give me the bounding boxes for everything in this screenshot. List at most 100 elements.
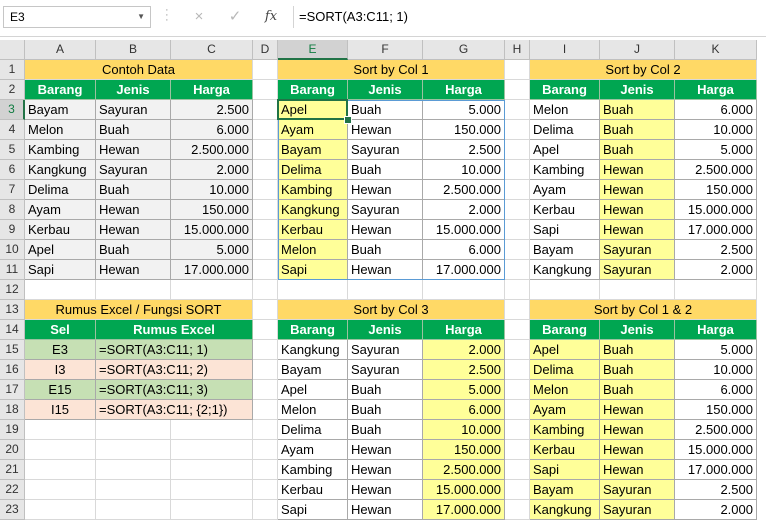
- table-cell[interactable]: 15.000.000: [423, 220, 505, 240]
- table-cell[interactable]: Hewan: [96, 220, 171, 240]
- table-cell[interactable]: Sayuran: [96, 160, 171, 180]
- row-header-14[interactable]: 14: [0, 320, 25, 340]
- table-cell[interactable]: 150.000: [423, 120, 505, 140]
- column-heading[interactable]: Barang: [530, 80, 600, 100]
- table-cell[interactable]: 6.000: [423, 240, 505, 260]
- empty-cell[interactable]: [505, 500, 530, 520]
- table-cell[interactable]: 17.000.000: [675, 460, 757, 480]
- rumus-formula[interactable]: =SORT(A3:C11; {2;1}): [96, 400, 253, 420]
- empty-cell[interactable]: [505, 480, 530, 500]
- empty-cell[interactable]: [253, 180, 278, 200]
- row-header-2[interactable]: 2: [0, 80, 25, 100]
- row-header-22[interactable]: 22: [0, 480, 25, 500]
- table-cell[interactable]: Kangkung: [278, 340, 348, 360]
- table-cell[interactable]: Kambing: [278, 180, 348, 200]
- empty-cell[interactable]: [96, 280, 171, 300]
- column-heading[interactable]: Jenis: [96, 80, 171, 100]
- table-cell[interactable]: Hewan: [600, 460, 675, 480]
- table-cell[interactable]: Hewan: [348, 460, 423, 480]
- column-heading[interactable]: Harga: [423, 80, 505, 100]
- table-cell[interactable]: Hewan: [96, 200, 171, 220]
- table-cell[interactable]: Buah: [348, 240, 423, 260]
- table-cell[interactable]: Sayuran: [348, 340, 423, 360]
- empty-cell[interactable]: [505, 380, 530, 400]
- column-header-j[interactable]: J: [600, 40, 675, 60]
- rumus-cell-ref[interactable]: I15: [25, 400, 96, 420]
- table-cell[interactable]: 2.500.000: [423, 180, 505, 200]
- empty-cell[interactable]: [423, 280, 505, 300]
- row-header-19[interactable]: 19: [0, 420, 25, 440]
- table-title[interactable]: Sort by Col 2: [530, 60, 757, 80]
- empty-cell[interactable]: [96, 480, 171, 500]
- table-cell[interactable]: 10.000: [423, 160, 505, 180]
- column-header-f[interactable]: F: [348, 40, 423, 60]
- table-cell[interactable]: 17.000.000: [423, 500, 505, 520]
- empty-cell[interactable]: [505, 140, 530, 160]
- column-header-e[interactable]: E: [278, 40, 348, 60]
- table-cell[interactable]: Kerbau: [530, 440, 600, 460]
- table-cell[interactable]: 150.000: [675, 180, 757, 200]
- table-cell[interactable]: Hewan: [600, 440, 675, 460]
- empty-cell[interactable]: [171, 460, 253, 480]
- empty-cell[interactable]: [675, 280, 757, 300]
- table-cell[interactable]: 15.000.000: [675, 200, 757, 220]
- empty-cell[interactable]: [505, 80, 530, 100]
- check-icon[interactable]: ✓: [222, 5, 248, 29]
- empty-cell[interactable]: [96, 440, 171, 460]
- empty-cell[interactable]: [600, 280, 675, 300]
- table-cell[interactable]: Hewan: [96, 260, 171, 280]
- table-cell[interactable]: Apel: [530, 140, 600, 160]
- empty-cell[interactable]: [25, 460, 96, 480]
- column-heading[interactable]: Harga: [423, 320, 505, 340]
- empty-cell[interactable]: [253, 140, 278, 160]
- empty-cell[interactable]: [278, 280, 348, 300]
- table-cell[interactable]: 2.500: [171, 100, 253, 120]
- table-cell[interactable]: Melon: [530, 100, 600, 120]
- column-header-k[interactable]: K: [675, 40, 757, 60]
- table-title[interactable]: Sort by Col 1 & 2: [530, 300, 757, 320]
- table-title[interactable]: Sort by Col 1: [278, 60, 505, 80]
- table-cell[interactable]: Delima: [530, 120, 600, 140]
- table-cell[interactable]: 150.000: [423, 440, 505, 460]
- empty-cell[interactable]: [171, 500, 253, 520]
- empty-cell[interactable]: [253, 160, 278, 180]
- table-cell[interactable]: Sapi: [278, 500, 348, 520]
- empty-cell[interactable]: [25, 500, 96, 520]
- insert-function-icon[interactable]: fx: [258, 5, 284, 29]
- empty-cell[interactable]: [505, 280, 530, 300]
- row-header-23[interactable]: 23: [0, 500, 25, 520]
- empty-cell[interactable]: [171, 440, 253, 460]
- table-cell[interactable]: Apel: [25, 240, 96, 260]
- row-header-3[interactable]: 3: [0, 100, 25, 120]
- table-cell[interactable]: Ayam: [530, 400, 600, 420]
- empty-cell[interactable]: [171, 280, 253, 300]
- empty-cell[interactable]: [253, 220, 278, 240]
- column-heading[interactable]: Rumus Excel: [96, 320, 253, 340]
- empty-cell[interactable]: [25, 280, 96, 300]
- table-cell[interactable]: 10.000: [171, 180, 253, 200]
- table-cell[interactable]: Hewan: [600, 400, 675, 420]
- empty-cell[interactable]: [253, 80, 278, 100]
- row-header-5[interactable]: 5: [0, 140, 25, 160]
- table-cell[interactable]: Bayam: [530, 480, 600, 500]
- empty-cell[interactable]: [96, 500, 171, 520]
- column-header-d[interactable]: D: [253, 40, 278, 60]
- empty-cell[interactable]: [505, 440, 530, 460]
- column-header-g[interactable]: G: [423, 40, 505, 60]
- table-cell[interactable]: Sapi: [278, 260, 348, 280]
- table-cell[interactable]: 5.000: [423, 100, 505, 120]
- table-cell[interactable]: 10.000: [675, 360, 757, 380]
- row-header-6[interactable]: 6: [0, 160, 25, 180]
- empty-cell[interactable]: [253, 60, 278, 80]
- empty-cell[interactable]: [505, 200, 530, 220]
- rumus-cell-ref[interactable]: E3: [25, 340, 96, 360]
- table-cell[interactable]: Buah: [600, 380, 675, 400]
- empty-cell[interactable]: [253, 460, 278, 480]
- table-title[interactable]: Sort by Col 3: [278, 300, 505, 320]
- table-cell[interactable]: Sapi: [25, 260, 96, 280]
- table-cell[interactable]: Buah: [348, 400, 423, 420]
- table-cell[interactable]: 6.000: [423, 400, 505, 420]
- empty-cell[interactable]: [25, 440, 96, 460]
- column-heading[interactable]: Harga: [675, 320, 757, 340]
- table-cell[interactable]: Hewan: [348, 500, 423, 520]
